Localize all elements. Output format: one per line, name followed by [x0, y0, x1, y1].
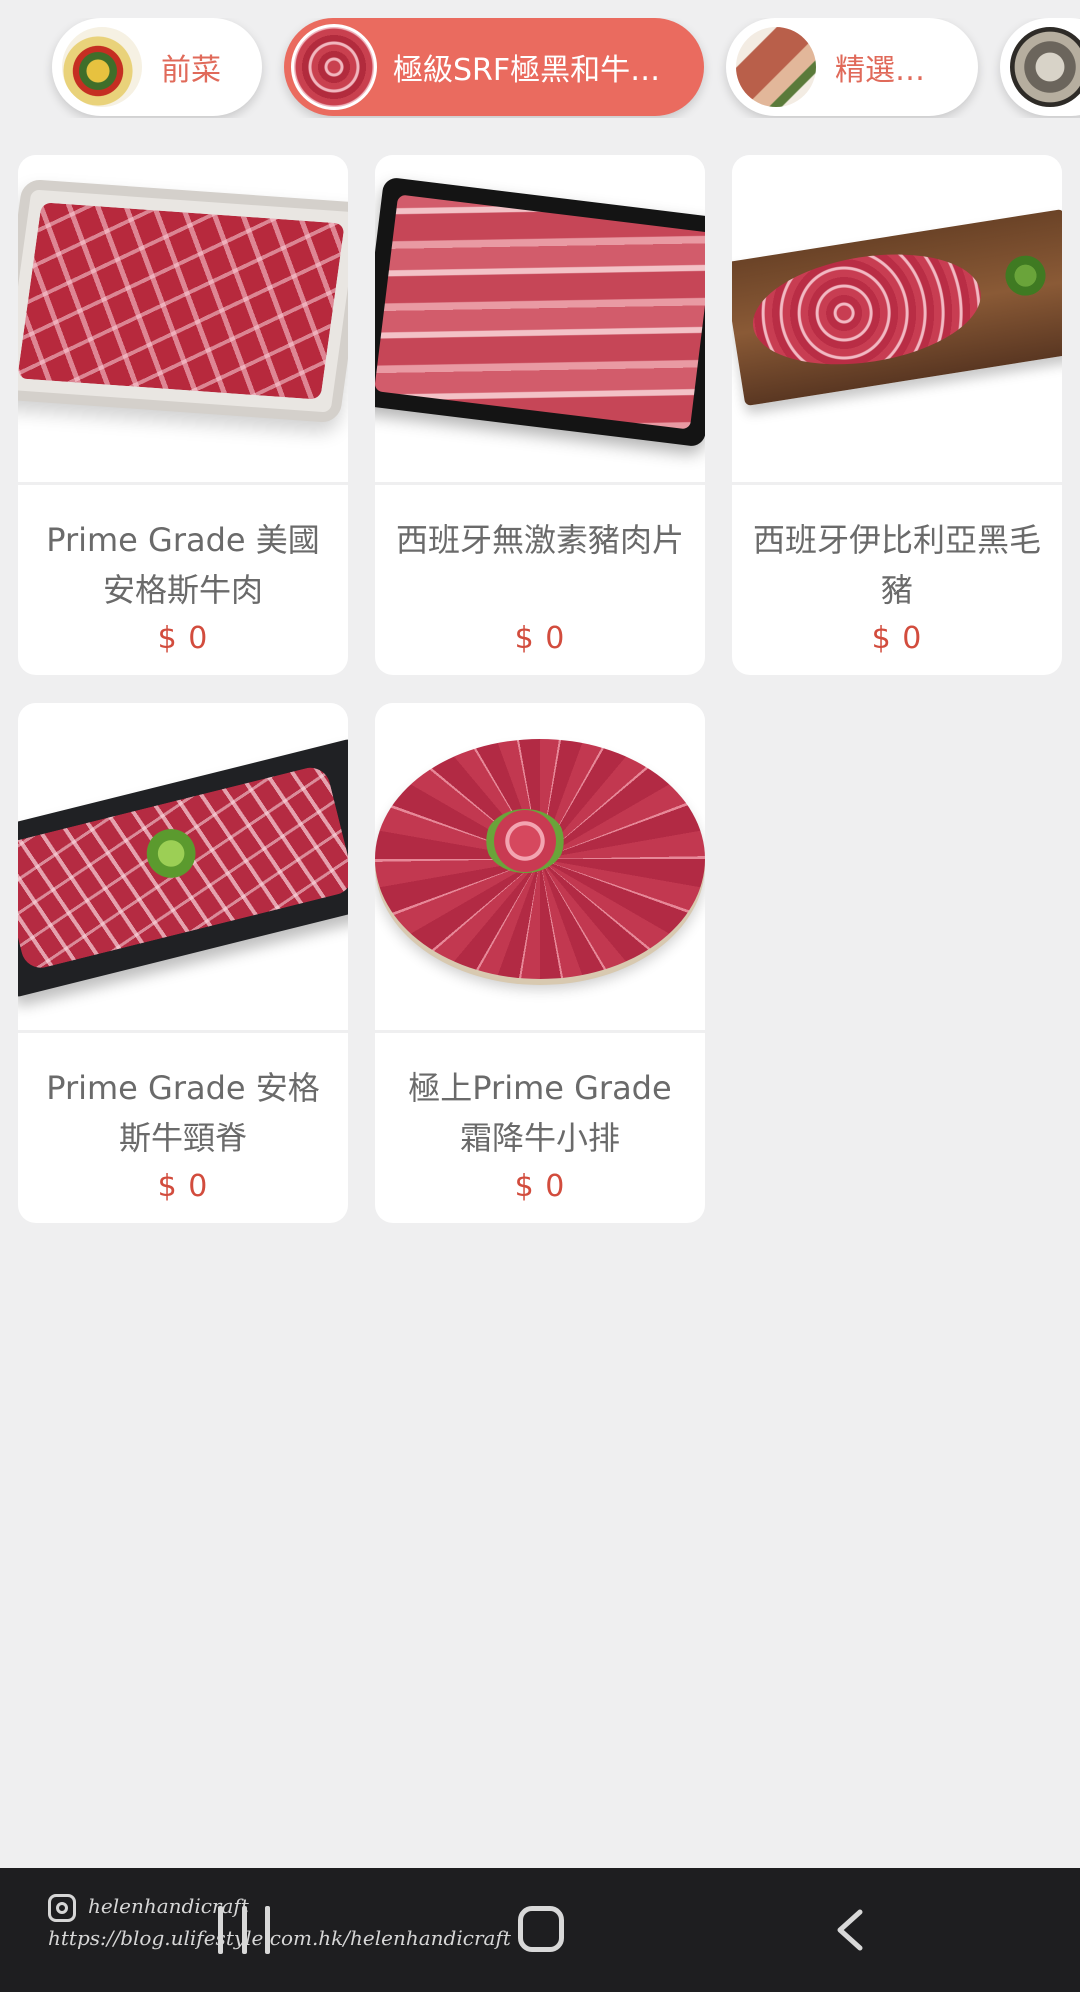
category-label: 前菜 — [161, 53, 221, 88]
beef-chuck-slate-board — [18, 703, 348, 1033]
instagram-icon — [48, 1893, 76, 1922]
product-price: $ 0 — [157, 1169, 209, 1204]
oyster-thumbnail — [1007, 24, 1080, 110]
category-chip-appetizer[interactable]: 前菜 — [52, 18, 262, 116]
product-name: Prime Grade 美國安格斯牛肉 — [46, 521, 320, 609]
product-price: $ 0 — [157, 621, 209, 656]
wagyu-thumbnail — [291, 24, 377, 110]
product-name: Prime Grade 安格斯牛頸脊 — [46, 1069, 320, 1157]
product-card[interactable]: 極上Prime Grade霜降牛小排 $ 0 — [375, 703, 705, 1223]
product-card[interactable]: 西班牙無激素豬肉片 $ 0 — [375, 155, 705, 675]
product-name: 極上Prime Grade霜降牛小排 — [408, 1069, 672, 1157]
home-icon[interactable] — [518, 1906, 564, 1952]
category-chip-seafood[interactable] — [1000, 18, 1080, 116]
category-chip-meats[interactable]: 精選肉類 — [726, 18, 978, 116]
beef-slices-white-tray — [18, 155, 348, 485]
product-card[interactable]: 西班牙伊比利亞黑毛豬 $ 0 — [732, 155, 1062, 675]
product-card[interactable]: Prime Grade 美國安格斯牛肉 $ 0 — [18, 155, 348, 675]
category-bar[interactable]: 前菜 極級SRF極黑和牛肩… 精選肉類 — [0, 18, 1080, 118]
pork-slices-black-tray — [375, 155, 705, 485]
iberico-pork-wood-board — [732, 155, 1062, 485]
product-name: 西班牙無激素豬肉片 — [395, 521, 684, 559]
marbled-short-rib-round-plate — [375, 703, 705, 1033]
menu-screen: 前菜 極級SRF極黑和牛肩… 精選肉類 Prime Grade 美國安格斯牛肉 … — [0, 0, 1080, 1992]
product-card[interactable]: Prime Grade 安格斯牛頸脊 $ 0 — [18, 703, 348, 1223]
product-price: $ 0 — [514, 621, 566, 656]
product-price: $ 0 — [514, 1169, 566, 1204]
meats-thumbnail — [733, 24, 819, 110]
watermark-url: https://blog.ulifestyle.com.hk/helenhand… — [48, 1926, 511, 1950]
appetizer-thumbnail — [59, 24, 145, 110]
back-icon[interactable] — [830, 1908, 870, 1952]
recent-apps-icon[interactable] — [218, 1906, 270, 1954]
category-chip-wagyu[interactable]: 極級SRF極黑和牛肩… — [284, 18, 704, 116]
system-navigation-bar: helenhandicraft https://blog.ulifestyle.… — [0, 1868, 1080, 1992]
product-name: 西班牙伊比利亞黑毛豬 — [752, 521, 1041, 609]
watermark: helenhandicraft https://blog.ulifestyle.… — [48, 1890, 511, 1954]
product-price: $ 0 — [871, 621, 923, 656]
category-label: 極級SRF極黑和牛肩… — [393, 53, 691, 88]
category-label: 精選肉類 — [835, 53, 955, 88]
